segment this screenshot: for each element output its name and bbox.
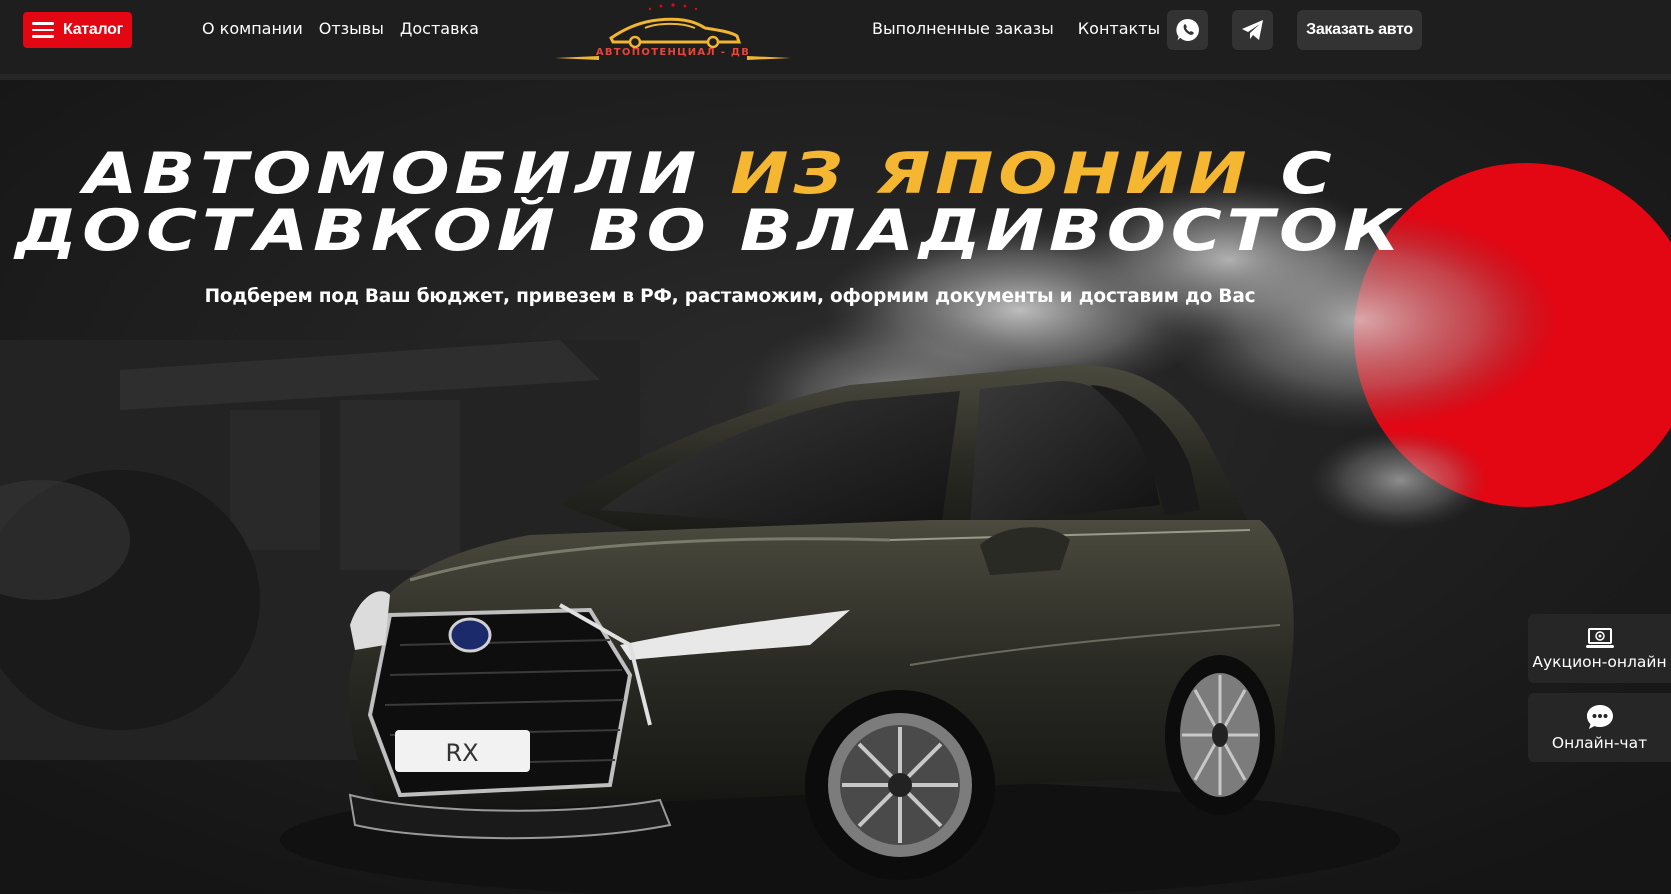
monitor-icon bbox=[1585, 627, 1614, 648]
site-logo[interactable]: АВТОПОТЕНЦИАЛ - ДВ bbox=[553, 0, 793, 66]
nav-link-reviews[interactable]: Отзывы bbox=[319, 19, 384, 38]
catalog-button[interactable]: Каталог bbox=[23, 12, 132, 48]
rear-wheel bbox=[1165, 655, 1275, 815]
hero-section: Автомобили из Японии с доставкой во Влад… bbox=[0, 80, 1671, 894]
hero-title: Автомобили из Японии с доставкой во Влад… bbox=[0, 146, 1503, 260]
menu-icon bbox=[32, 22, 55, 38]
nav-link-completed-orders[interactable]: Выполненные заказы bbox=[872, 19, 1054, 38]
auction-online-widget[interactable]: Аукцион-онлайн bbox=[1528, 614, 1671, 683]
telegram-icon bbox=[1241, 20, 1263, 40]
telegram-button[interactable] bbox=[1232, 10, 1273, 50]
logo-text: АВТОПОТЕНЦИАЛ - ДВ bbox=[595, 47, 751, 58]
nav-link-contacts[interactable]: Контакты bbox=[1078, 19, 1160, 38]
online-chat-widget[interactable]: Онлайн-чат bbox=[1528, 693, 1671, 762]
nav-left: О компании Отзывы Доставка bbox=[202, 19, 479, 38]
whatsapp-icon bbox=[1175, 18, 1199, 41]
order-car-button[interactable]: Заказать авто bbox=[1297, 10, 1422, 50]
auction-online-label: Аукцион-онлайн bbox=[1532, 652, 1667, 671]
license-plate-text: RX bbox=[445, 739, 478, 767]
front-wheel bbox=[805, 690, 995, 880]
whatsapp-button[interactable] bbox=[1167, 10, 1208, 50]
hero-car-image: RX bbox=[348, 364, 1294, 880]
nav-right: Выполненные заказы Контакты bbox=[872, 19, 1160, 38]
catalog-label: Каталог bbox=[63, 21, 123, 38]
nav-link-delivery[interactable]: Доставка bbox=[400, 19, 479, 38]
site-header: Каталог О компании Отзывы Доставка АВТОП… bbox=[0, 0, 1671, 80]
nav-link-about[interactable]: О компании bbox=[202, 19, 303, 38]
online-chat-label: Онлайн-чат bbox=[1551, 733, 1648, 752]
chat-bubble-icon bbox=[1586, 704, 1613, 729]
hero-subtitle: Подберем под Ваш бюджет, привезем в РФ, … bbox=[204, 286, 1256, 307]
